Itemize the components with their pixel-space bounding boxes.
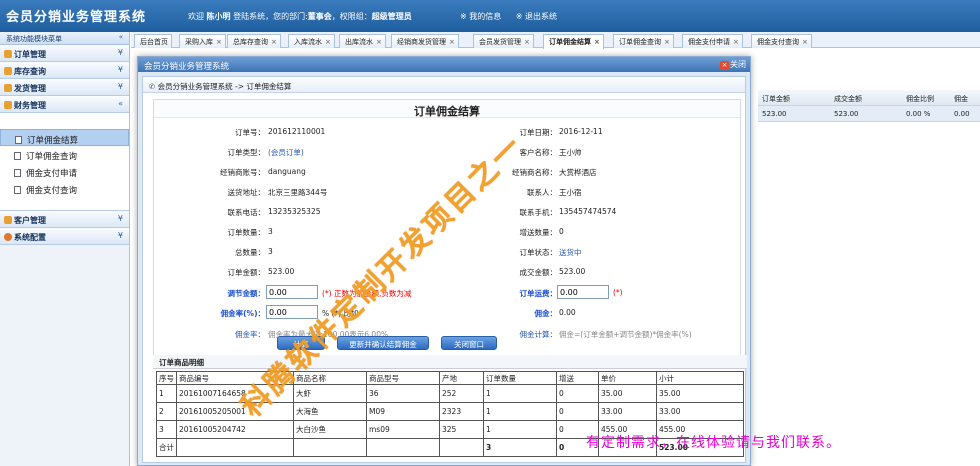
close-icon[interactable]: ×	[594, 38, 600, 46]
close-icon[interactable]: ×	[216, 38, 222, 46]
tab-commission-query[interactable]: 订单佣金查询 ×	[613, 34, 674, 48]
folder-icon	[4, 67, 12, 75]
grid-header: 成交金额	[834, 95, 862, 103]
tab-payment-query[interactable]: 佣金支付查询 ×	[751, 34, 812, 48]
grid-cell: 0.00	[954, 110, 970, 118]
close-icon[interactable]: ×	[802, 38, 808, 46]
adjust-amount-input[interactable]	[266, 285, 318, 299]
tab-purchase[interactable]: 采购入库 ×	[179, 34, 226, 48]
close-icon[interactable]: ×	[733, 38, 739, 46]
tab-bar: 后台首页 采购入库 × 总库存查询 × 入库流水 × 出库流水 × 经销商发货管理 × 会…	[131, 32, 980, 49]
commission-value: 0.00	[559, 308, 576, 317]
dialog-title: 会员分销业务管理系统 × 关闭	[138, 57, 750, 72]
dealer-name: 大赏桦酒店	[559, 168, 597, 177]
contact-name: 王小宿	[559, 188, 582, 197]
tab-inbound[interactable]: 入库流水 ×	[288, 34, 335, 48]
watermark-note: 有定制需求，在线体验请与我们联系。	[586, 435, 841, 451]
grid-cell: 523.00	[762, 110, 787, 118]
chevron-down-icon: ¥	[117, 82, 123, 91]
close-icon[interactable]: ×	[325, 38, 331, 46]
collapse-icon[interactable]: «	[119, 33, 123, 41]
close-icon[interactable]: ×	[376, 38, 382, 46]
dept-name: 董事会	[307, 12, 332, 21]
order-status: 送货中	[559, 248, 582, 257]
folder-icon	[4, 216, 12, 224]
sidebar-item-payment-query[interactable]: 佣金支付查询	[0, 180, 129, 197]
close-icon[interactable]: ×	[449, 38, 455, 46]
folder-icon	[4, 50, 12, 58]
tab-payment-apply[interactable]: 佣金支付申请 ×	[682, 34, 743, 48]
order-no: 201612110001	[268, 127, 326, 136]
sidebar-item-commission-settle[interactable]: 订单佣金结算	[0, 129, 129, 146]
chevron-down-icon: ¥	[117, 65, 123, 74]
order-qty: 3	[268, 227, 273, 236]
gift-qty: 0	[559, 227, 564, 236]
order-amount: 523.00	[268, 267, 295, 276]
dialog-close-button[interactable]: × 关闭	[720, 59, 746, 70]
update-confirm-button[interactable]: 更新并确认结算佣金	[337, 336, 429, 350]
sidebar-group-stock[interactable]: 库存查询 ¥	[0, 62, 129, 79]
tab-home[interactable]: 后台首页	[134, 34, 172, 48]
grid-cell: 523.00	[834, 110, 859, 118]
welcome-text: 欢迎 陈小明 登陆系统，您的部门:董事会，权限组：超级管理员	[188, 12, 412, 21]
order-date: 2016-12-11	[559, 127, 603, 136]
grid-cell: 0.00 %	[906, 110, 931, 118]
dealer-account: danguang	[268, 167, 306, 176]
tab-inventory[interactable]: 总库存查询 ×	[227, 34, 281, 48]
logout-link[interactable]: ※ 退出系统	[516, 12, 557, 21]
background-grid: 订单金额 成交金额 佣金比例 佣金 523.00 523.00 0.00 % 0…	[758, 90, 980, 122]
sidebar: 系统功能模块菜单 « 订单管理 ¥ 库存查询 ¥ 发货管理 ¥ 财务管理 « 订单佣金结算…	[0, 32, 130, 466]
customer-name: 王小帅	[559, 148, 582, 157]
chevron-up-icon: «	[118, 99, 123, 108]
close-icon[interactable]: ×	[664, 38, 670, 46]
order-type: (会员订单)	[268, 148, 304, 157]
close-window-button[interactable]: 关闭窗口	[441, 336, 497, 350]
tab-commission-settle[interactable]: 订单佣金结算 ×	[543, 34, 604, 49]
form-title: 订单佣金结算	[154, 100, 740, 118]
contact-mobile: 135457474574	[559, 207, 617, 216]
contact-phone: 13235325325	[268, 207, 321, 216]
user-name: 陈小明	[206, 12, 231, 21]
commission-formula: 佣金=(订单金额+调节金额)*佣金率(%)	[559, 330, 692, 339]
sidebar-item-payment-apply[interactable]: 佣金支付申请	[0, 163, 129, 180]
chevron-down-icon: ¥	[117, 231, 123, 240]
breadcrumb: ✆ 会员分销业务管理系统 -> 订单佣金结算	[143, 77, 745, 93]
sidebar-item-commission-query[interactable]: 订单佣金查询	[0, 146, 129, 163]
my-info-link[interactable]: ※ 我的信息	[460, 12, 501, 21]
settlement-dialog: 会员分销业务管理系统 × 关闭 ✆ 会员分销业务管理系统 -> 订单佣金结算 订单…	[137, 56, 751, 466]
gear-icon	[4, 233, 12, 241]
home-icon: ✆	[149, 82, 158, 91]
tab-member-ship[interactable]: 会员发货管理 ×	[473, 34, 534, 48]
total-qty: 3	[268, 247, 273, 256]
sidebar-group-customers[interactable]: 客户管理 ¥	[0, 211, 129, 228]
delivery-address: 北京三里路344号	[268, 188, 328, 197]
detail-title: 订单商品明细	[153, 355, 747, 369]
chevron-down-icon: ¥	[117, 48, 123, 57]
grid-header: 佣金	[954, 95, 968, 103]
doc-icon	[14, 152, 21, 160]
doc-icon	[14, 169, 21, 177]
close-icon[interactable]: ×	[524, 38, 530, 46]
sidebar-group-settings[interactable]: 系统配置 ¥	[0, 228, 129, 245]
chevron-down-icon: ¥	[117, 214, 123, 223]
top-header: 会员分销业务管理系统 欢迎 陈小明 登陆系统，您的部门:董事会，权限组：超级管理…	[0, 0, 980, 32]
grid-header: 订单金额	[762, 95, 790, 103]
doc-icon	[14, 186, 21, 194]
role-name: 超级管理员	[371, 12, 412, 21]
app-title: 会员分销业务管理系统	[6, 10, 147, 25]
folder-icon	[4, 101, 12, 109]
tab-dealer-ship[interactable]: 经销商发货管理 ×	[391, 34, 459, 48]
folder-icon	[4, 84, 12, 92]
deal-amount: 523.00	[559, 267, 586, 276]
sidebar-group-orders[interactable]: 订单管理 ¥	[0, 45, 129, 62]
close-icon: ×	[720, 61, 729, 70]
sidebar-group-shipping[interactable]: 发货管理 ¥	[0, 79, 129, 96]
doc-icon	[15, 136, 22, 144]
close-icon[interactable]: ×	[271, 38, 277, 46]
sidebar-title: 系统功能模块菜单 «	[0, 32, 129, 45]
freight-input[interactable]	[557, 285, 609, 299]
tab-outbound[interactable]: 出库流水 ×	[339, 34, 386, 48]
grid-header: 佣金比例	[906, 95, 934, 103]
sidebar-group-finance[interactable]: 财务管理 «	[0, 96, 129, 113]
